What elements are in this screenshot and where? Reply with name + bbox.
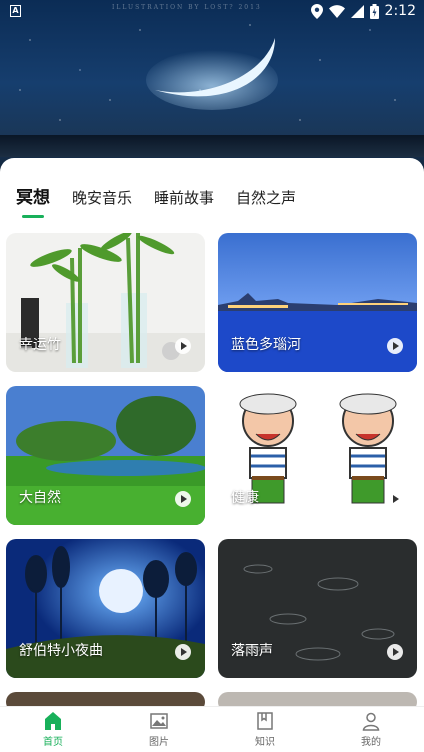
card-rain-sound[interactable]: 落雨声 [218, 539, 417, 678]
status-bar: A 2:12 [0, 0, 424, 24]
nav-label: 我的 [361, 737, 381, 748]
signal-icon [350, 4, 364, 18]
card-blue-danube[interactable]: 蓝色多瑙河 [218, 233, 417, 372]
card-nature[interactable]: 大自然 [6, 386, 205, 525]
bottom-nav: 首页 图片 知识 我的 [0, 706, 424, 752]
nav-label: 图片 [149, 737, 169, 748]
crescent-moon-image [146, 38, 278, 110]
card-title: 落雨声 [231, 643, 273, 659]
card-lucky-bamboo[interactable]: 幸运竹 [6, 233, 205, 372]
tab-bedtime-stories[interactable]: 睡前故事 [154, 188, 214, 208]
play-icon[interactable] [387, 338, 403, 354]
nav-knowledge[interactable]: 知识 [212, 707, 318, 752]
home-icon [45, 712, 61, 730]
tab-goodnight-music[interactable]: 晚安音乐 [72, 188, 132, 208]
card-health[interactable]: 健康 [218, 386, 417, 525]
card-title: 健康 [231, 490, 259, 506]
play-icon[interactable] [175, 338, 191, 354]
card-title: 幸运竹 [19, 337, 61, 353]
play-icon[interactable] [387, 644, 403, 660]
play-icon[interactable] [175, 644, 191, 660]
card-title: 蓝色多瑙河 [231, 337, 301, 353]
wifi-icon [328, 4, 345, 18]
card-title: 大自然 [19, 490, 61, 506]
category-tabs: 冥想 晚安音乐 睡前故事 自然之声 [0, 176, 318, 218]
nav-label: 知识 [255, 737, 275, 748]
image-icon [150, 713, 168, 729]
book-icon [257, 712, 273, 730]
nav-home[interactable]: 首页 [0, 707, 106, 752]
horizon-silhouette [0, 135, 424, 157]
nav-images[interactable]: 图片 [106, 707, 212, 752]
a-icon: A [10, 5, 21, 17]
location-icon [310, 3, 323, 19]
nav-label: 首页 [43, 737, 63, 748]
card-title: 舒伯特小夜曲 [19, 643, 103, 659]
battery-icon [369, 3, 379, 19]
card-schubert-serenade[interactable]: 舒伯特小夜曲 [6, 539, 205, 678]
user-icon [362, 712, 380, 731]
play-icon[interactable] [175, 491, 191, 507]
tab-meditation[interactable]: 冥想 [16, 188, 50, 218]
nav-mine[interactable]: 我的 [318, 707, 424, 752]
tab-nature-sounds[interactable]: 自然之声 [236, 188, 296, 208]
status-time: 2:12 [384, 3, 416, 19]
play-icon[interactable] [387, 491, 403, 507]
